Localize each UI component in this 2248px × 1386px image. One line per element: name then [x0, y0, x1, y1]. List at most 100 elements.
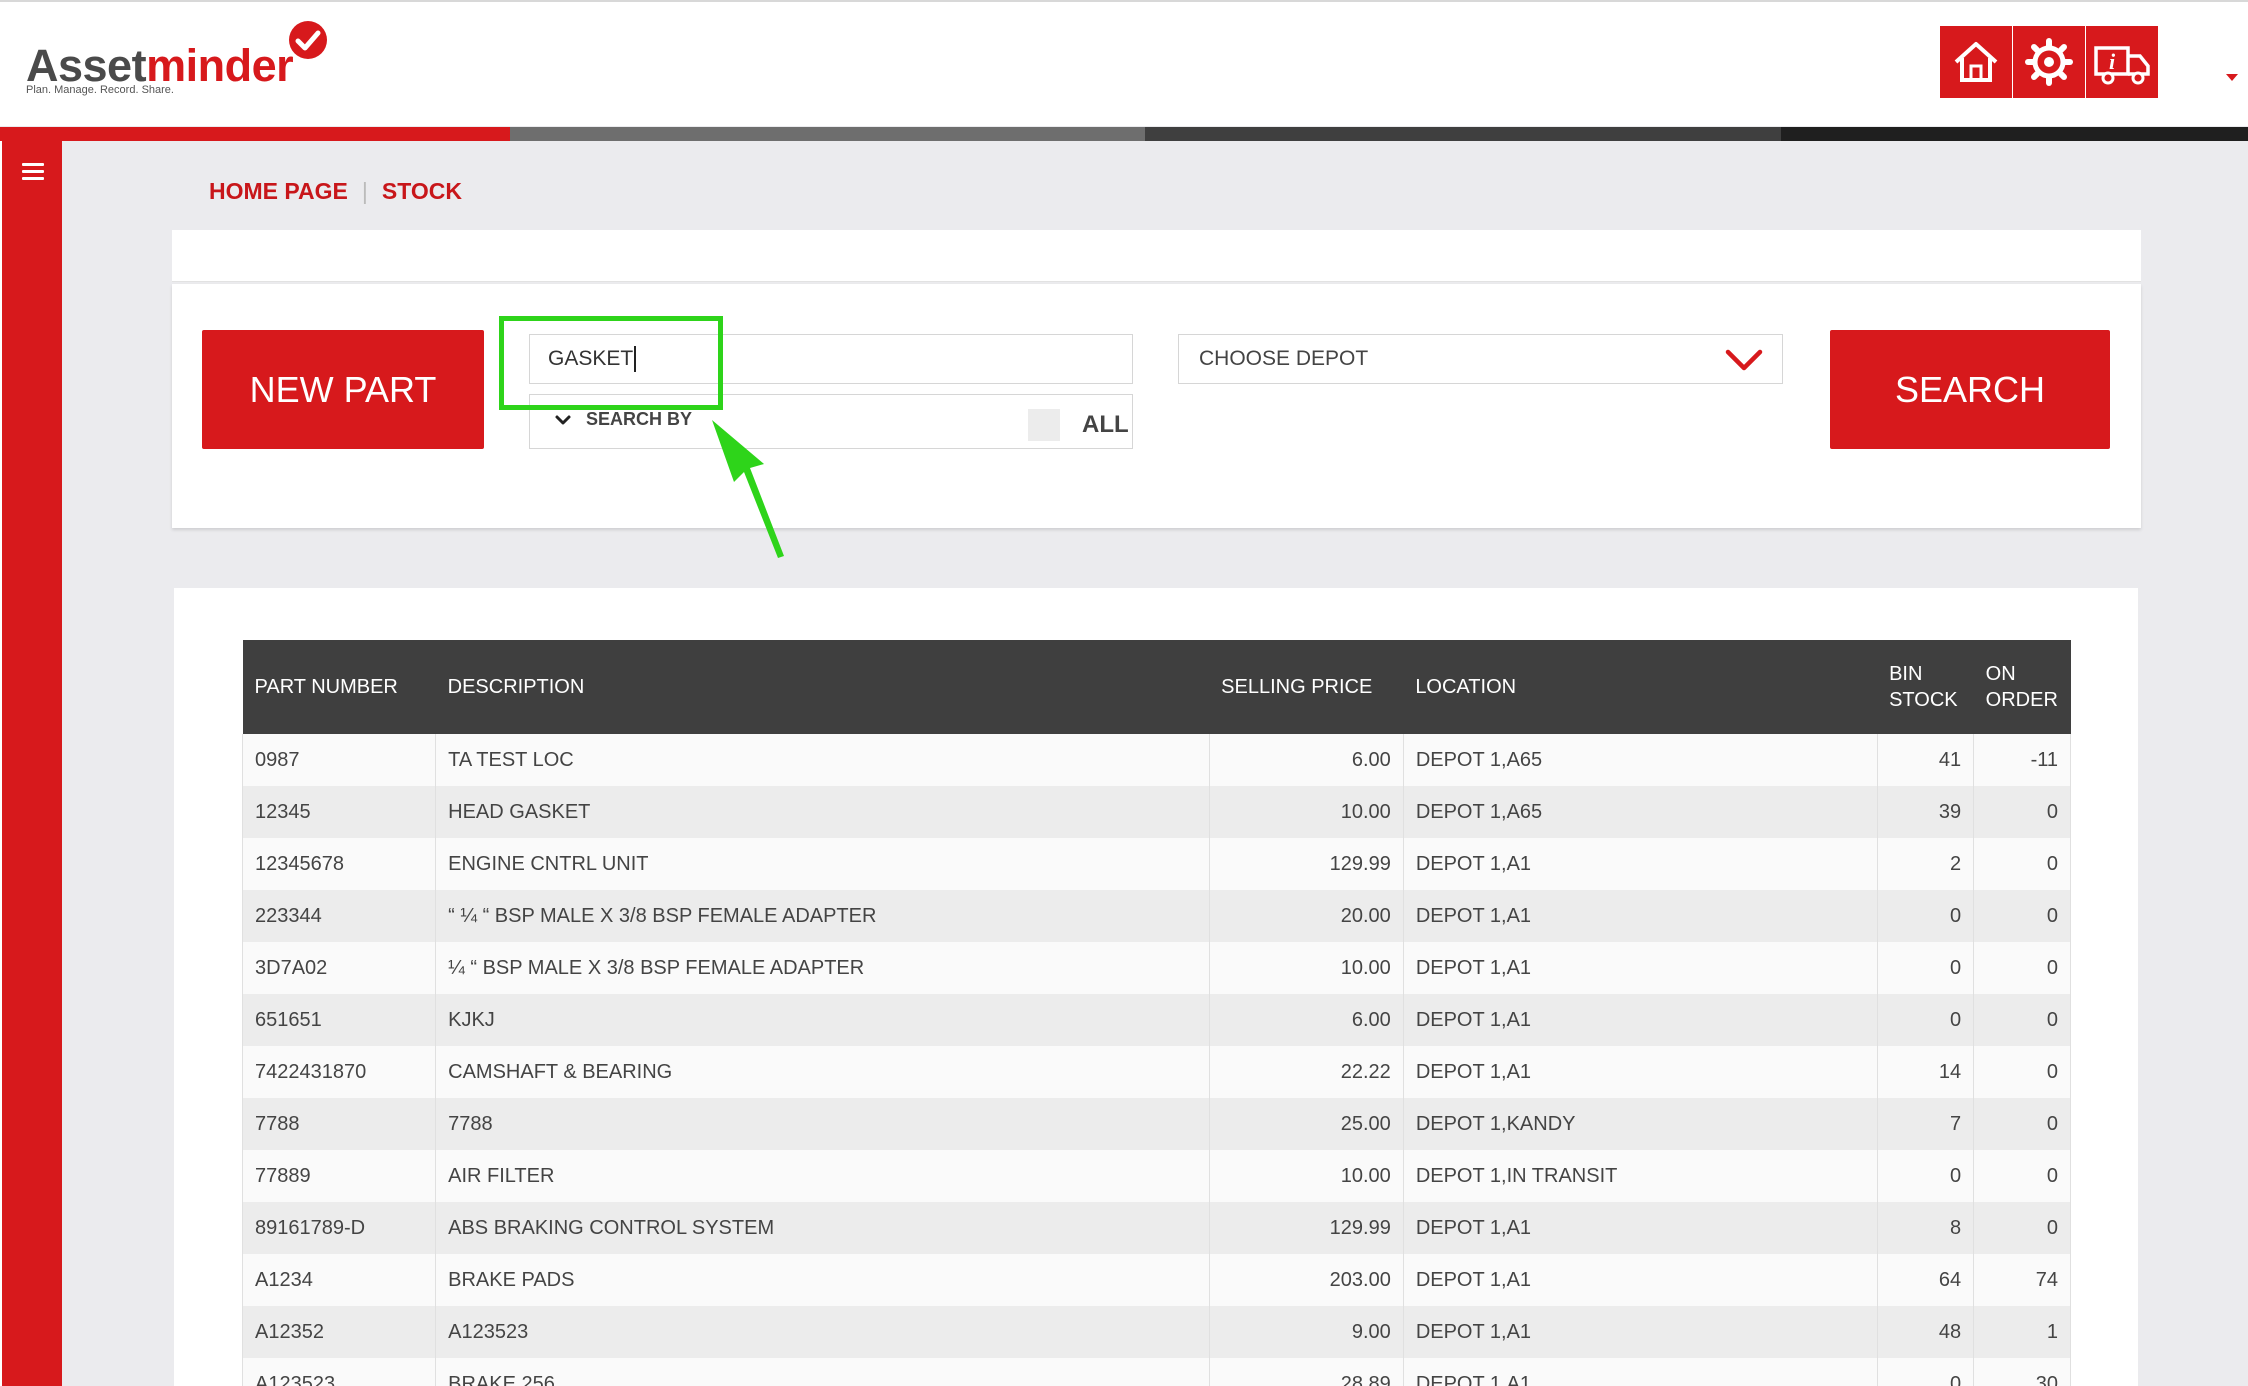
cell-description: TA TEST LOC: [435, 734, 1210, 786]
highlight-box-annotation: [499, 316, 723, 410]
cell-bin-stock: 41: [1876, 734, 1975, 786]
cell-selling-price: 25.00: [1208, 1098, 1404, 1150]
settings-gear-icon: [2025, 38, 2073, 86]
chevron-down-icon: [1725, 349, 1763, 371]
cell-bin-stock: 0: [1876, 1358, 1975, 1386]
depot-select[interactable]: CHOOSE DEPOT: [1178, 334, 1783, 384]
cell-on-order: 0: [1973, 1098, 2071, 1150]
cell-bin-stock: 0: [1876, 942, 1975, 994]
search-panel-header: [172, 230, 2141, 282]
cell-on-order: 0: [1973, 1202, 2071, 1254]
table-row[interactable]: 223344 “ ¼ “ BSP MALE X 3/8 BSP FEMALE AD…: [241, 890, 2071, 942]
home-button[interactable]: [1940, 26, 2012, 98]
cell-location: DEPOT 1,KANDY: [1402, 1098, 1878, 1150]
table-row[interactable]: 7422431870 CAMSHAFT & BEARING 22.22 DEPOT 1…: [241, 1046, 2071, 1098]
cell-part-number: A1234: [241, 1254, 437, 1306]
col-header-selling-price[interactable]: SELLING PRICE: [1209, 640, 1404, 734]
cell-description: ABS BRAKING CONTROL SYSTEM: [435, 1202, 1210, 1254]
table-header-row: PART NUMBER DESCRIPTION SELLING PRICE LO…: [242, 640, 2071, 734]
all-checkbox[interactable]: [1028, 409, 1060, 441]
search-button[interactable]: SEARCH: [1830, 330, 2110, 449]
cell-description: 7788: [435, 1098, 1210, 1150]
cell-location: DEPOT 1,A1: [1402, 1202, 1878, 1254]
cell-selling-price: 9.00: [1208, 1306, 1404, 1358]
settings-button[interactable]: [2013, 26, 2085, 98]
col-header-location[interactable]: LOCATION: [1403, 640, 1878, 734]
table-row[interactable]: A1234 BRAKE PADS 203.00 DEPOT 1,A1 64 74: [241, 1254, 2071, 1306]
cell-location: DEPOT 1,A1: [1402, 1254, 1878, 1306]
user-dropdown-caret-icon[interactable]: [2226, 74, 2238, 81]
assetminder-logo[interactable]: Assetminder Plan. Manage. Record. Share.: [26, 20, 336, 100]
table-row[interactable]: 12345678 ENGINE CNTRL UNIT 129.99 DEPOT 1,A…: [241, 838, 2071, 890]
cell-part-number: A12352: [241, 1306, 437, 1358]
cell-selling-price: 20.00: [1208, 890, 1404, 942]
table-row[interactable]: 651651 KJKJ 6.00 DEPOT 1,A1 0 0: [241, 994, 2071, 1046]
cell-on-order: 0: [1973, 1046, 2071, 1098]
breadcrumb-home-link[interactable]: HOME PAGE: [209, 178, 348, 205]
col-header-part-number[interactable]: PART NUMBER: [242, 640, 436, 734]
cell-part-number: 7788: [241, 1098, 437, 1150]
cell-part-number: 12345: [241, 786, 437, 838]
vehicle-info-button[interactable]: i: [2086, 26, 2158, 98]
cell-on-order: 0: [1973, 838, 2071, 890]
new-part-button[interactable]: NEW PART: [202, 330, 484, 449]
cell-description: BRAKE PADS: [435, 1254, 1210, 1306]
cell-selling-price: 6.00: [1208, 734, 1404, 786]
cell-selling-price: 6.00: [1208, 994, 1404, 1046]
cell-description: “ ¼ “ BSP MALE X 3/8 BSP FEMALE ADAPTER: [435, 890, 1210, 942]
table-row[interactable]: A123523 BRAKE 256 28.89 DEPOT 1,A1 0 30: [241, 1358, 2071, 1386]
cell-location: DEPOT 1,A1: [1402, 838, 1878, 890]
col-header-on-order[interactable]: ON ORDER: [1973, 640, 2071, 734]
table-row[interactable]: 12345 HEAD GASKET 10.00 DEPOT 1,A65 39 0: [241, 786, 2071, 838]
hamburger-menu-icon[interactable]: [22, 163, 44, 183]
table-row[interactable]: 89161789-D ABS BRAKING CONTROL SYSTEM 129.…: [241, 1202, 2071, 1254]
cell-description: ¼ “ BSP MALE X 3/8 BSP FEMALE ADAPTER: [435, 942, 1210, 994]
cell-location: DEPOT 1,A1: [1402, 890, 1878, 942]
svg-text:i: i: [2109, 49, 2116, 74]
cell-on-order: 0: [1973, 1150, 2071, 1202]
cell-description: HEAD GASKET: [435, 786, 1210, 838]
cell-description: CAMSHAFT & BEARING: [435, 1046, 1210, 1098]
cell-location: DEPOT 1,A65: [1402, 734, 1878, 786]
cell-bin-stock: 48: [1876, 1306, 1975, 1358]
cell-location: DEPOT 1,A1: [1402, 1306, 1878, 1358]
cell-part-number: 651651: [241, 994, 437, 1046]
cell-on-order: 0: [1973, 942, 2071, 994]
cell-part-number: 89161789-D: [241, 1202, 437, 1254]
chevron-down-icon: [555, 415, 571, 424]
all-checkbox-label: ALL: [1082, 411, 1129, 438]
cell-bin-stock: 2: [1876, 838, 1975, 890]
col-header-bin-stock[interactable]: BIN STOCK: [1877, 640, 1974, 734]
sidebar: [0, 141, 62, 1386]
cell-bin-stock: 14: [1876, 1046, 1975, 1098]
cell-bin-stock: 7: [1876, 1098, 1975, 1150]
cell-bin-stock: 64: [1876, 1254, 1975, 1306]
table-row[interactable]: 7788 7788 25.00 DEPOT 1,KANDY 7 0: [241, 1098, 2071, 1150]
table-row[interactable]: 77889 AIR FILTER 10.00 DEPOT 1,IN TRANSIT 0 0: [241, 1150, 2071, 1202]
logo-tagline: Plan. Manage. Record. Share.: [26, 84, 174, 96]
cell-location: DEPOT 1,A1: [1402, 942, 1878, 994]
info-truck-icon: i: [2094, 46, 2150, 85]
table-row[interactable]: A12352 A123523 9.00 DEPOT 1,A1 48 1: [241, 1306, 2071, 1358]
cell-location: DEPOT 1,A1: [1402, 1358, 1878, 1386]
breadcrumb: HOME PAGE | STOCK: [209, 178, 462, 205]
cell-selling-price: 10.00: [1208, 1150, 1404, 1202]
cell-bin-stock: 0: [1876, 1150, 1975, 1202]
cell-location: DEPOT 1,A65: [1402, 786, 1878, 838]
cell-bin-stock: 8: [1876, 1202, 1975, 1254]
table-row[interactable]: 0987 TA TEST LOC 6.00 DEPOT 1,A65 41 -11: [241, 734, 2071, 786]
breadcrumb-separator: |: [361, 178, 368, 204]
home-icon: [1954, 42, 1998, 82]
top-header: Assetminder Plan. Manage. Record. Share.: [0, 0, 2248, 126]
search-by-label: SEARCH BY: [586, 409, 693, 429]
search-by-toggle[interactable]: SEARCH BY: [554, 409, 692, 430]
cell-on-order: 30: [1973, 1358, 2071, 1386]
cell-part-number: 77889: [241, 1150, 437, 1202]
header-color-strip: [0, 127, 2248, 141]
breadcrumb-stock-link[interactable]: STOCK: [382, 178, 462, 205]
cell-on-order: 0: [1973, 890, 2071, 942]
cell-selling-price: 22.22: [1208, 1046, 1404, 1098]
cell-on-order: 0: [1973, 786, 2071, 838]
col-header-description[interactable]: DESCRIPTION: [435, 640, 1210, 734]
table-row[interactable]: 3D7A02 ¼ “ BSP MALE X 3/8 BSP FEMALE ADAP…: [241, 942, 2071, 994]
